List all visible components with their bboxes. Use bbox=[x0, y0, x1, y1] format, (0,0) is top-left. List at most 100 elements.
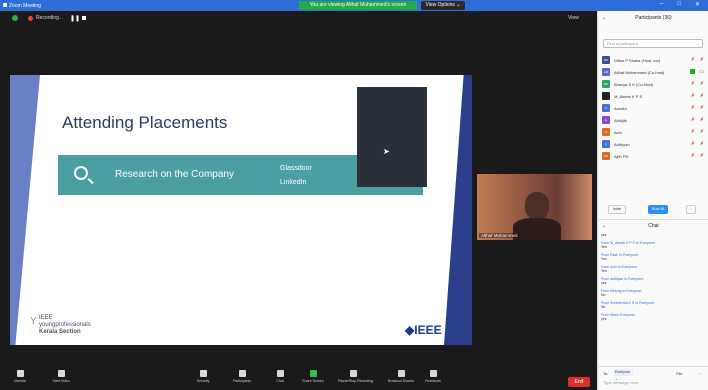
video-camera-icon bbox=[57, 370, 65, 377]
recording-icon bbox=[28, 16, 33, 21]
invite-button[interactable]: Invite bbox=[608, 205, 626, 214]
video-off-icon[interactable]: ✗ bbox=[700, 93, 704, 99]
chat-message: No bbox=[601, 293, 606, 297]
recording-label: Recording... bbox=[36, 15, 63, 21]
smiley-icon bbox=[429, 370, 437, 377]
video-off-icon[interactable]: ✗ bbox=[700, 129, 704, 135]
participant-row[interactable]: A Aarathi ✗ ✗ bbox=[598, 102, 708, 114]
grid-icon bbox=[397, 370, 405, 377]
chat-more-button[interactable]: ... bbox=[698, 370, 701, 375]
file-button[interactable]: File bbox=[676, 371, 682, 376]
chat-message: No bbox=[601, 305, 606, 309]
chat-message: yes bbox=[601, 233, 607, 237]
minimize-button[interactable]: – bbox=[660, 1, 663, 8]
more-options-button[interactable]: ... bbox=[686, 205, 696, 214]
video-off-icon[interactable]: ✗ bbox=[700, 153, 704, 159]
participants-header: ⌄ Participants (36) bbox=[598, 11, 708, 25]
breakout-rooms-button[interactable]: Breakout Rooms bbox=[386, 370, 416, 383]
speaker-head bbox=[525, 192, 549, 220]
meeting-area: Recording... ❚❚ View Attending Placement… bbox=[0, 11, 597, 368]
linkedin-text: LinkedIn bbox=[280, 179, 307, 186]
participant-row[interactable]: M_Akeeb K P S ✗ ✗ bbox=[598, 90, 708, 102]
muted-mic-icon[interactable]: ✗ bbox=[691, 93, 695, 99]
muted-mic-icon[interactable]: ✗ bbox=[691, 141, 695, 147]
security-shield-icon[interactable] bbox=[12, 15, 18, 21]
security-button[interactable]: Security bbox=[188, 370, 218, 383]
to-label: To: bbox=[603, 371, 609, 376]
maximize-button[interactable]: □ bbox=[677, 1, 681, 8]
webcam-video-tile[interactable]: Althaf Muhammed bbox=[477, 174, 592, 240]
video-off-icon[interactable]: ✗ bbox=[700, 57, 704, 63]
participant-name: Abhijith bbox=[614, 118, 628, 123]
research-text: Research on the Company bbox=[115, 169, 234, 180]
chat-message: Yes bbox=[601, 269, 607, 273]
video-off-icon[interactable]: ✗ bbox=[700, 81, 704, 87]
participant-list: DP Dilkar P Shaka (Host, me) ✗ ✗ AM Alth… bbox=[598, 54, 708, 162]
participant-actions: Invite Mute All ... bbox=[598, 205, 708, 215]
shield-icon bbox=[199, 370, 207, 377]
chat-header: ⌄ Chat bbox=[598, 219, 708, 231]
mic-icon bbox=[16, 370, 24, 377]
muted-mic-icon[interactable]: ✗ bbox=[691, 105, 695, 111]
chat-compose: To: Everyone ⌄ File ... Type message her… bbox=[598, 366, 708, 390]
meeting-toolbar: Unmute Start Video Security Participants… bbox=[0, 368, 597, 390]
slide-title: Attending Placements bbox=[62, 113, 228, 132]
view-button[interactable]: View bbox=[568, 15, 579, 21]
participant-row[interactable]: DP Dilkar P Shaka (Host, me) ✗ ✗ bbox=[598, 54, 708, 66]
speaker-body bbox=[513, 218, 561, 240]
participant-name: Althaf Muhammed (Co-host) bbox=[614, 70, 665, 75]
muted-mic-icon[interactable]: ✗ bbox=[691, 81, 695, 87]
participant-row[interactable]: A Achi ✗ ✗ bbox=[598, 126, 708, 138]
participant-name: Adithyan bbox=[614, 142, 630, 147]
video-off-icon[interactable]: ✗ bbox=[700, 117, 704, 123]
participant-name: Achi bbox=[614, 130, 622, 135]
chat-title: Chat bbox=[648, 223, 659, 229]
video-off-icon[interactable]: ✗ bbox=[700, 105, 704, 111]
unmute-button[interactable]: Unmute bbox=[5, 370, 35, 383]
stop-recording-icon[interactable] bbox=[82, 16, 86, 20]
participant-row[interactable]: AP Ajith PD ✗ ✗ bbox=[598, 150, 708, 162]
pause-recording-icon[interactable]: ❚❚ bbox=[70, 15, 80, 22]
participant-row[interactable]: AM Althaf Muhammed (Co-host) ▭ bbox=[598, 66, 708, 78]
participant-row[interactable]: BS Bhavya S K (Co-Host) ✗ ✗ bbox=[598, 78, 708, 90]
muted-mic-icon[interactable]: ✗ bbox=[691, 117, 695, 123]
muted-mic-icon[interactable]: ✗ bbox=[691, 57, 695, 63]
video-off-icon[interactable]: ✗ bbox=[700, 141, 704, 147]
close-button[interactable]: ✕ bbox=[695, 1, 700, 8]
start-video-button[interactable]: Start Video bbox=[46, 370, 76, 383]
reactions-button[interactable]: Reactions bbox=[418, 370, 448, 383]
muted-mic-icon[interactable]: ✗ bbox=[691, 129, 695, 135]
collapse-chevron-icon[interactable]: ⌄ bbox=[602, 220, 606, 232]
yp-y-icon: Y bbox=[30, 316, 37, 327]
muted-mic-icon[interactable]: ✗ bbox=[691, 153, 695, 159]
collapse-chevron-icon[interactable]: ⌄ bbox=[602, 11, 606, 25]
yp-section-text: Kerala Section bbox=[39, 329, 81, 335]
webcam-name-label: Althaf Muhammed bbox=[479, 233, 520, 238]
zoom-app-icon bbox=[3, 3, 7, 7]
video-on-icon[interactable]: ▭ bbox=[699, 69, 704, 75]
chat-log: yes From M_Akeeb K P S to Everyone: Yes … bbox=[601, 233, 707, 322]
mute-all-button[interactable]: Mute All bbox=[648, 205, 668, 214]
shared-slide: Attending Placements Research on the Com… bbox=[10, 75, 472, 345]
participant-search-input[interactable]: Find a participant bbox=[603, 39, 703, 48]
avatar: A bbox=[602, 116, 610, 124]
chat-message: yes bbox=[601, 317, 607, 321]
chat-message-input[interactable]: Type message here... bbox=[603, 380, 703, 388]
avatar: AM bbox=[602, 68, 610, 76]
mouse-cursor-icon: ➤ bbox=[383, 147, 390, 156]
pause-stop-recording-button[interactable]: Pause/Stop Recording bbox=[338, 370, 373, 383]
avatar: DP bbox=[602, 56, 610, 64]
slide-left-stripe bbox=[10, 75, 40, 345]
participant-name: Ajith PD bbox=[614, 154, 629, 159]
view-options-button[interactable]: View Options ⌄ bbox=[421, 1, 465, 10]
recipient-dropdown[interactable]: Everyone ⌄ bbox=[613, 369, 633, 381]
participant-row[interactable]: A Adithyan ✗ ✗ bbox=[598, 138, 708, 150]
meeting-topbar: Recording... ❚❚ View bbox=[0, 11, 597, 25]
ieee-yp-logo: Y IEEE youngprofessionals Kerala Section bbox=[30, 315, 91, 336]
end-meeting-button[interactable]: End bbox=[568, 377, 590, 387]
participants-button[interactable]: Participants bbox=[227, 370, 257, 383]
participant-row[interactable]: A Abhijith ✗ ✗ bbox=[598, 114, 708, 126]
chat-button[interactable]: Chat bbox=[265, 370, 295, 383]
share-screen-button[interactable]: Share Screen bbox=[298, 370, 328, 383]
chat-bubble-icon bbox=[276, 370, 284, 377]
